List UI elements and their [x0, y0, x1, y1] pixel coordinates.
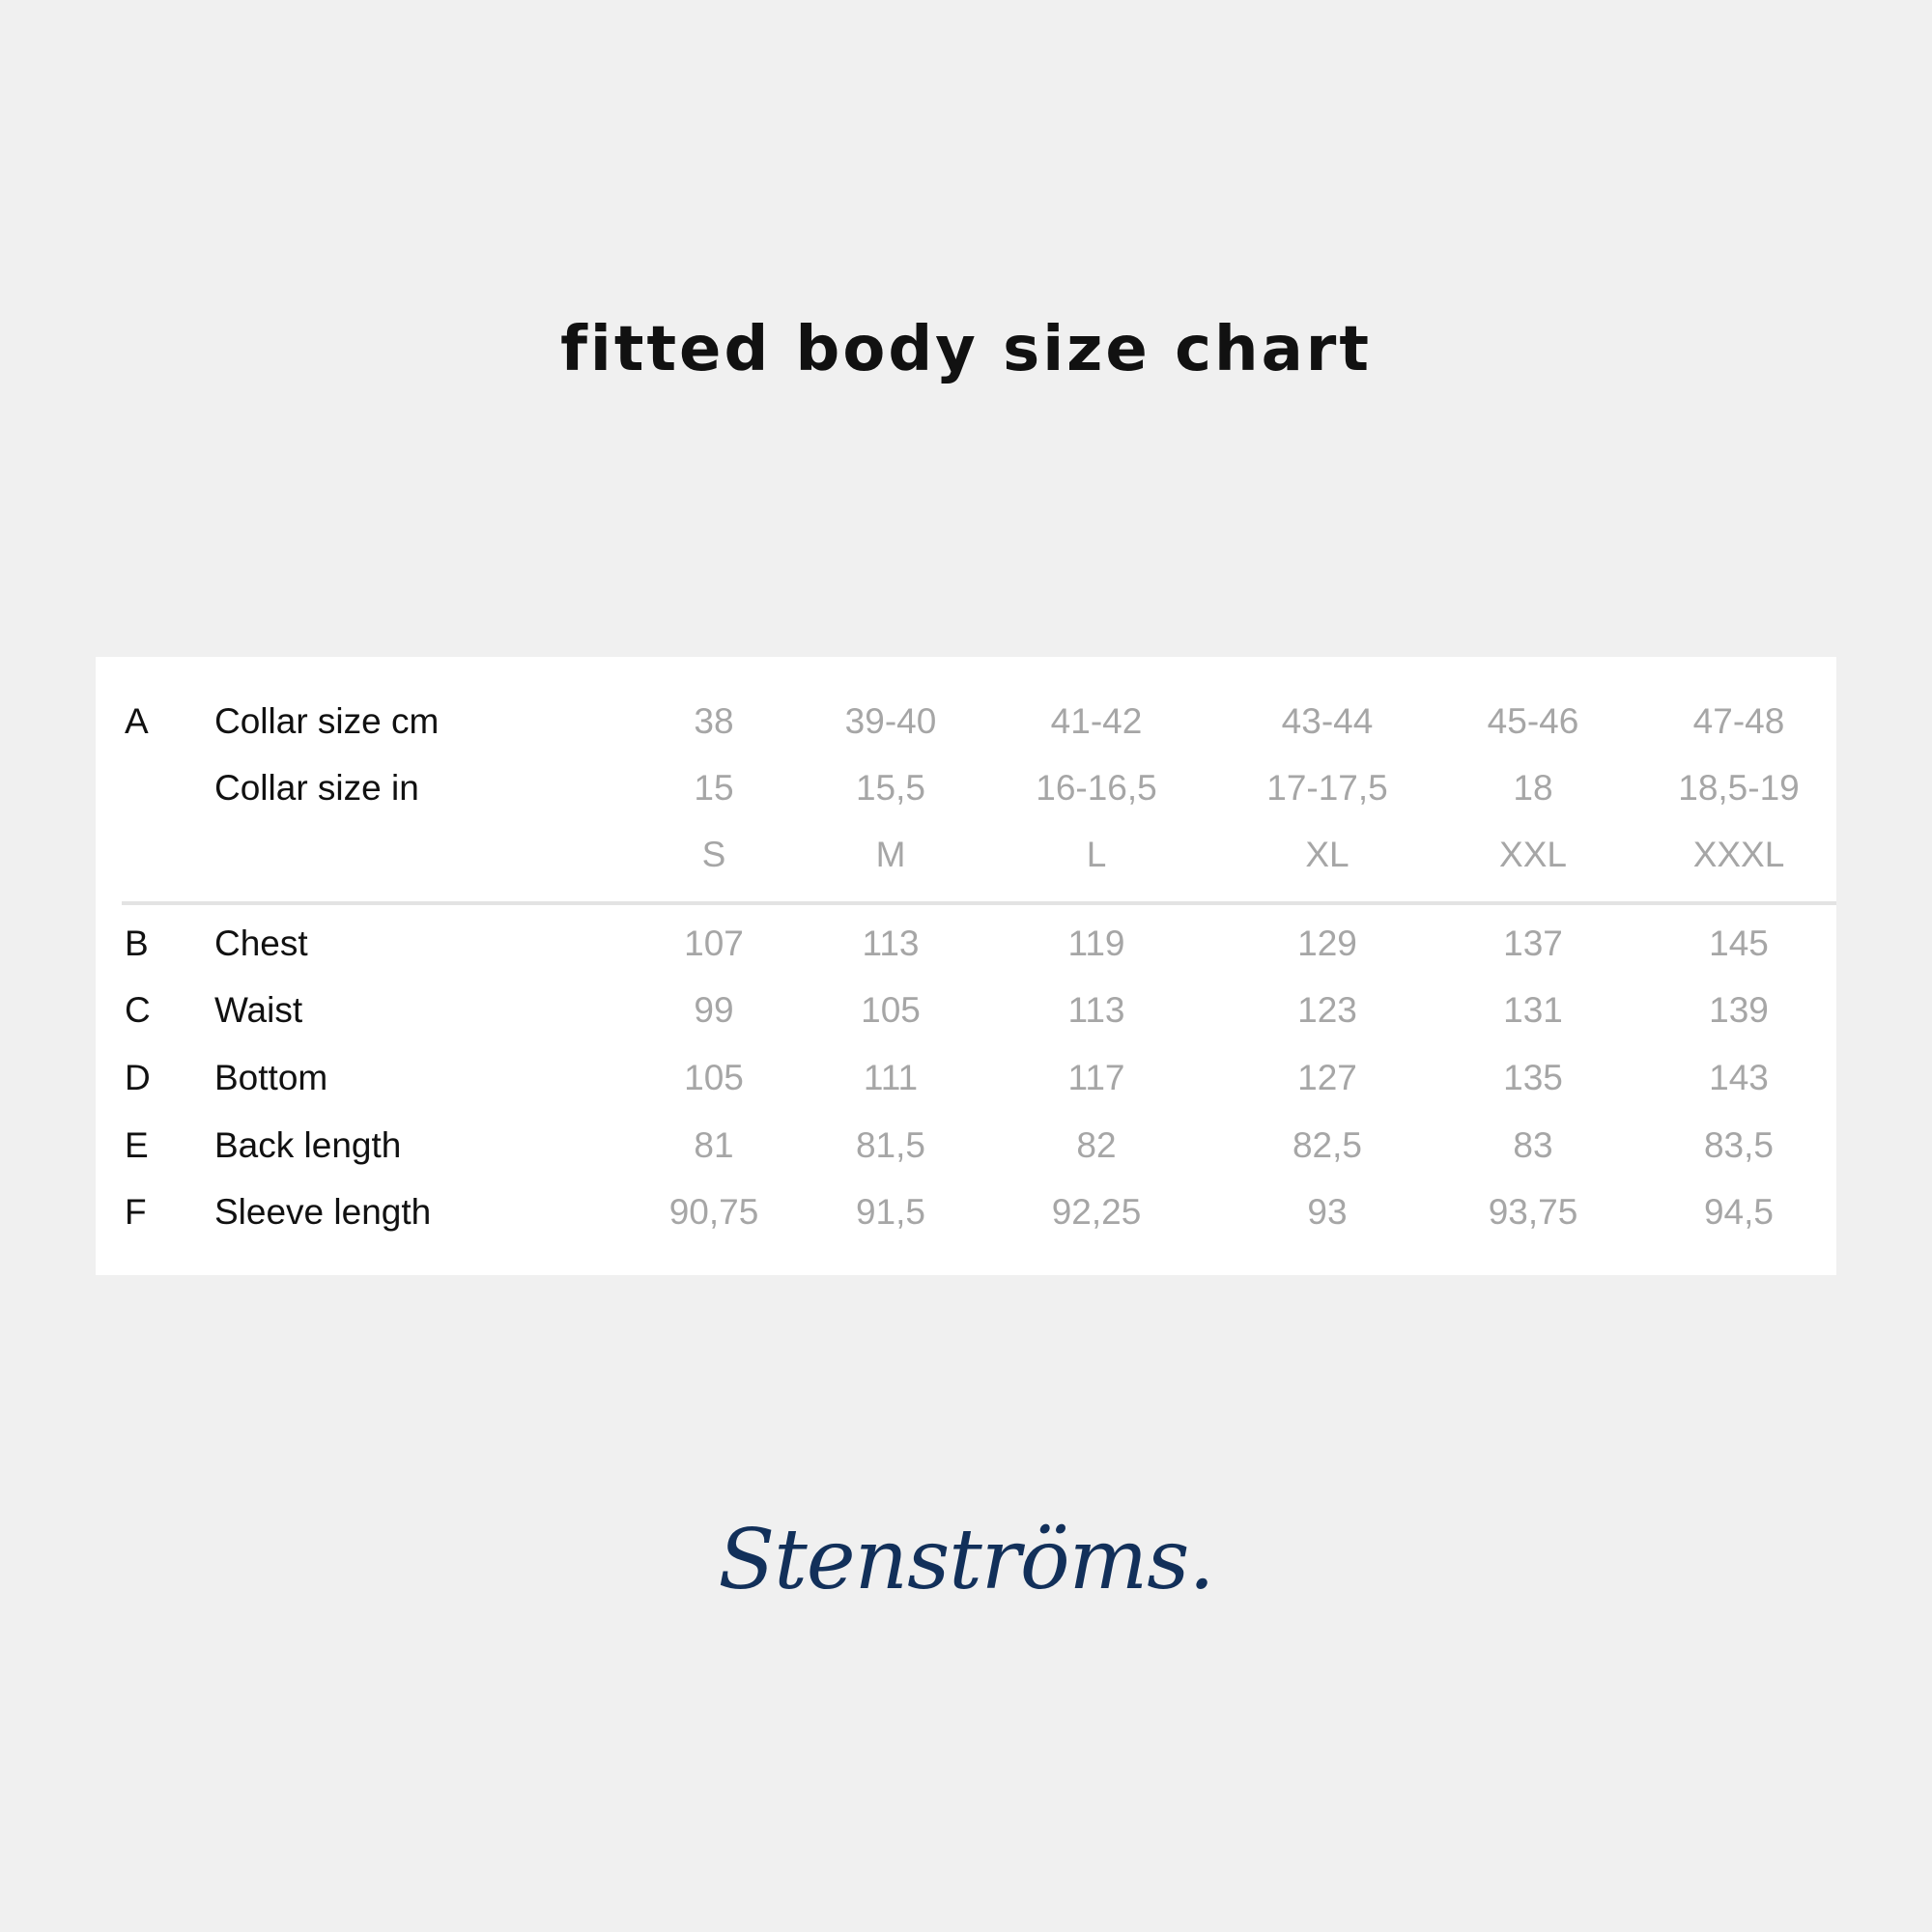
table-cell: 83,5: [1703, 1125, 1774, 1165]
row-letter: C: [125, 990, 151, 1030]
table-row-back-length: E Back length 81 81,5 82 82,5 83 83,5: [96, 1117, 1836, 1175]
table-cell: 139: [1709, 990, 1769, 1030]
row-label: Back length: [214, 1125, 402, 1165]
table-cell: 111: [863, 1058, 919, 1097]
table-cell: 81,5: [855, 1125, 925, 1165]
size-label: XL: [1305, 835, 1350, 874]
table-cell: 41-42: [1050, 701, 1143, 741]
table-cell: 47-48: [1692, 701, 1785, 741]
size-label: XXL: [1499, 835, 1567, 874]
table-cell: 81: [694, 1125, 734, 1165]
table-cell: 94,5: [1703, 1192, 1774, 1232]
table-cell: 16-16,5: [1036, 768, 1157, 808]
row-label: Collar size cm: [214, 701, 440, 741]
size-label: XXXL: [1692, 835, 1785, 874]
table-cell: 113: [862, 923, 920, 963]
table-cell: 129: [1297, 923, 1357, 963]
size-label: M: [875, 835, 906, 874]
table-cell: 43-44: [1281, 701, 1374, 741]
row-letter: F: [125, 1192, 147, 1232]
table-cell: 45-46: [1487, 701, 1579, 741]
table-row-sleeve-length: F Sleeve length 90,75 91,5 92,25 93 93,7…: [96, 1183, 1836, 1241]
table-row-bottom: D Bottom 105 111 117 127 135 143: [96, 1049, 1836, 1107]
table-cell: 127: [1297, 1058, 1357, 1097]
table-row-waist: C Waist 99 105 113 123 131 139: [96, 981, 1836, 1039]
table-divider: [122, 901, 1836, 905]
row-letter: A: [125, 701, 149, 741]
table-row-collar-cm: A Collar size cm 38 39-40 41-42 43-44 45…: [96, 693, 1836, 751]
table-cell: 91,5: [855, 1192, 925, 1232]
table-cell: 17-17,5: [1266, 768, 1388, 808]
size-label: S: [701, 835, 726, 874]
table-cell: 105: [684, 1058, 744, 1097]
table-cell: 143: [1709, 1058, 1769, 1097]
table-row-size-letters: S M L XL XXL XXXL: [96, 826, 1836, 884]
table-cell: 107: [684, 923, 744, 963]
table-cell: 93: [1307, 1192, 1348, 1232]
size-chart-card: A Collar size cm 38 39-40 41-42 43-44 45…: [96, 657, 1836, 1275]
table-cell: 113: [1067, 990, 1125, 1030]
row-label: Collar size in: [214, 768, 419, 808]
table-cell: 15,5: [855, 768, 925, 808]
table-cell: 18,5-19: [1678, 768, 1800, 808]
table-cell: 123: [1297, 990, 1357, 1030]
table-cell: 15: [694, 768, 734, 808]
row-letter: E: [125, 1125, 149, 1165]
table-cell: 18: [1513, 768, 1553, 808]
size-label: L: [1086, 835, 1107, 874]
table-cell: 117: [1067, 1058, 1125, 1097]
table-cell: 39-40: [844, 701, 937, 741]
table-cell: 38: [694, 701, 734, 741]
table-cell: 83: [1513, 1125, 1553, 1165]
brand-logo: Stenströms.: [718, 1512, 1214, 1608]
table-row-chest: B Chest 107 113 119 129 137 145: [96, 915, 1836, 973]
row-letter: B: [125, 923, 149, 963]
table-cell: 131: [1503, 990, 1563, 1030]
row-label: Waist: [214, 990, 303, 1030]
table-cell: 82,5: [1292, 1125, 1362, 1165]
page-title: fitted body size chart: [560, 314, 1372, 385]
table-cell: 92,25: [1051, 1192, 1142, 1232]
table-cell: 105: [861, 990, 921, 1030]
table-cell: 82: [1076, 1125, 1117, 1165]
row-label: Chest: [214, 923, 308, 963]
table-cell: 93,75: [1488, 1192, 1578, 1232]
table-cell: 99: [694, 990, 734, 1030]
table-cell: 119: [1067, 923, 1125, 963]
row-letter: D: [125, 1058, 151, 1097]
table-cell: 135: [1503, 1058, 1563, 1097]
table-cell: 145: [1709, 923, 1769, 963]
table-cell: 137: [1503, 923, 1563, 963]
row-label: Bottom: [214, 1058, 328, 1097]
table-cell: 90,75: [668, 1192, 759, 1232]
table-row-collar-in: Collar size in 15 15,5 16-16,5 17-17,5 1…: [96, 759, 1836, 817]
row-label: Sleeve length: [214, 1192, 432, 1232]
